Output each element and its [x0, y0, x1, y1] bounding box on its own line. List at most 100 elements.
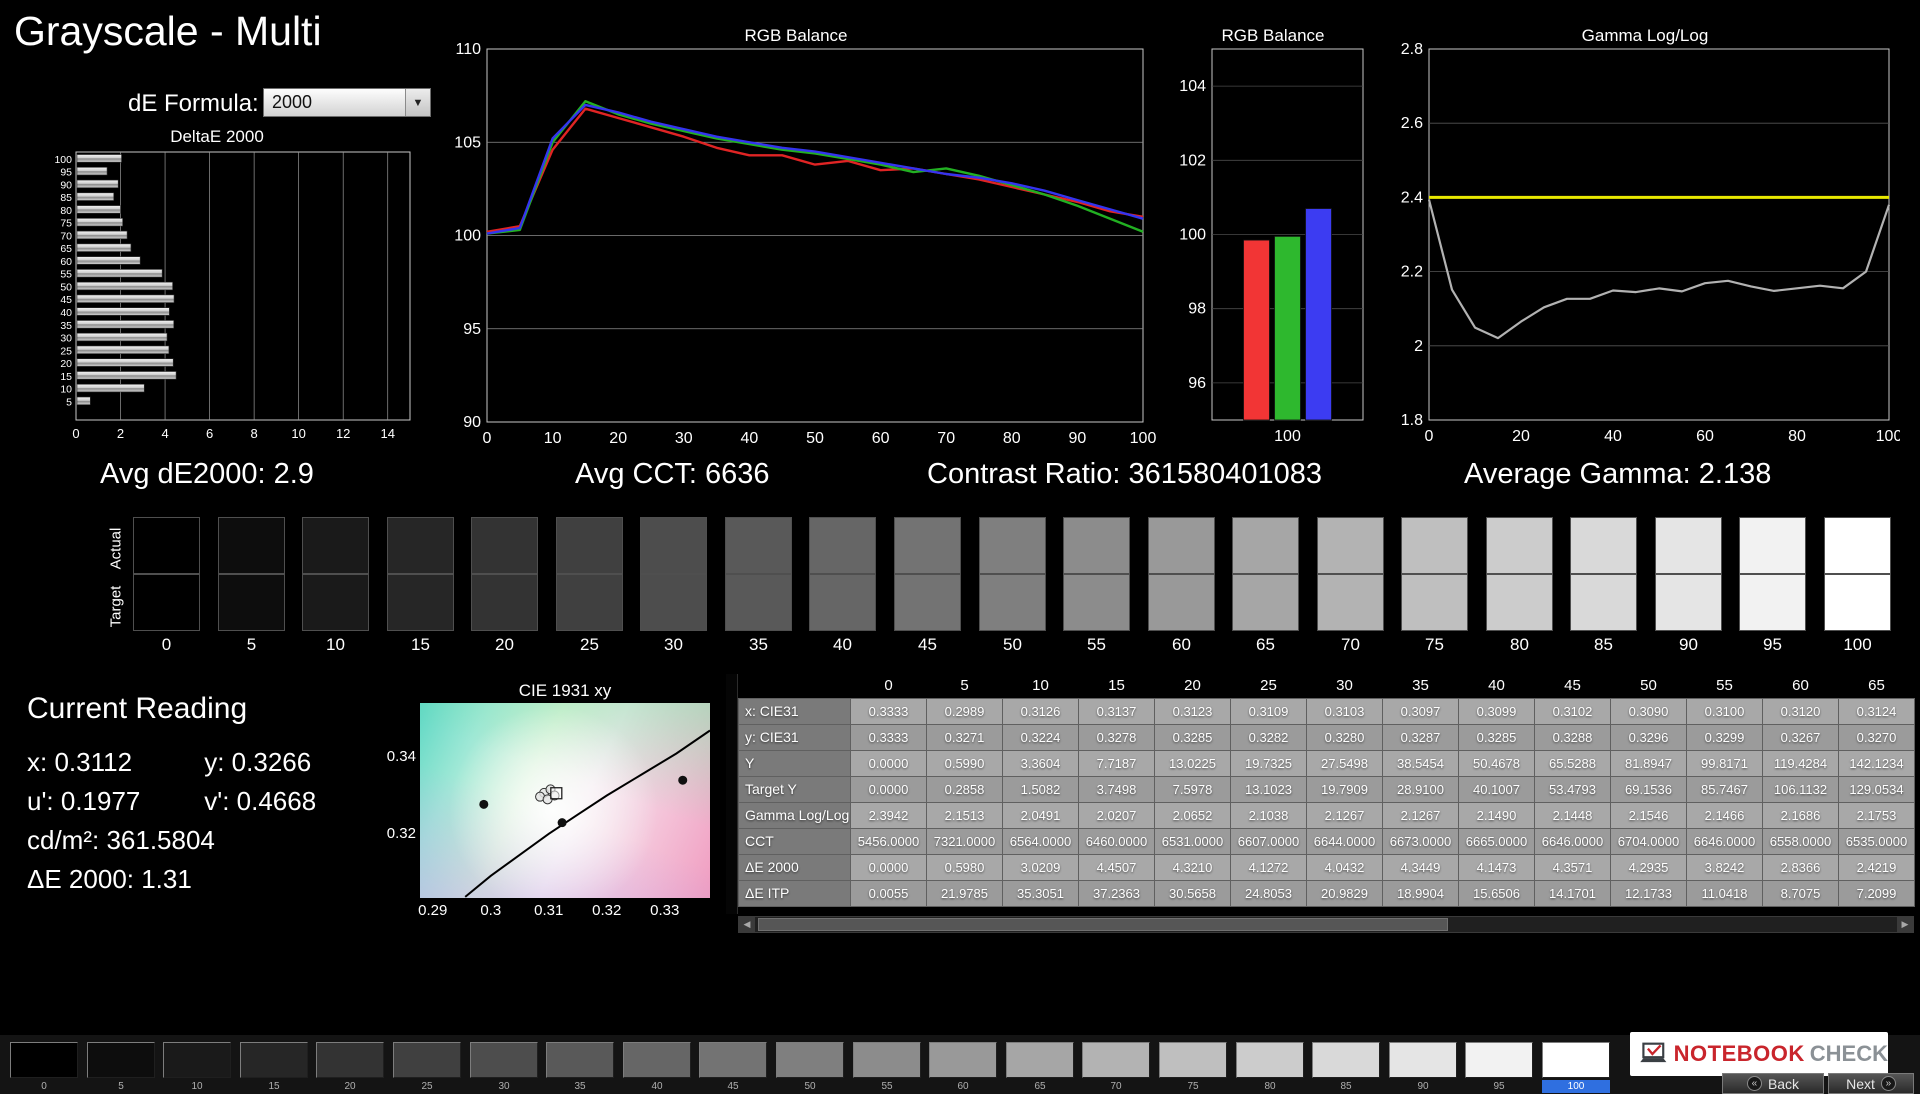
pattern-cell[interactable]: 15	[240, 1042, 308, 1092]
pattern-cell[interactable]: 30	[470, 1042, 538, 1092]
pattern-swatch[interactable]	[240, 1042, 308, 1078]
current-reading-xy: x: 0.3112 y: 0.3266	[27, 747, 311, 778]
scroll-right-arrow[interactable]: ▶	[1897, 917, 1913, 932]
pattern-cell[interactable]: 80	[1236, 1042, 1304, 1092]
pattern-cell[interactable]: 50	[776, 1042, 844, 1092]
pattern-cell[interactable]: 5	[87, 1042, 155, 1092]
table-horizontal-scrollbar[interactable]: ◀ ▶	[738, 916, 1914, 933]
target-swatch	[471, 574, 538, 631]
table-cell: 6673.0000	[1383, 828, 1459, 854]
pattern-cell[interactable]: 45	[699, 1042, 767, 1092]
pattern-cell[interactable]: 35	[546, 1042, 614, 1092]
table-cell: 0.3109	[1231, 698, 1307, 724]
swatch-level-label: 45	[894, 635, 961, 655]
pattern-swatch[interactable]	[776, 1042, 844, 1078]
table-cell: 0.3285	[1459, 724, 1535, 750]
table-cell: 35.3051	[1003, 880, 1079, 906]
swatch-level-label: 5	[218, 635, 285, 655]
table-cell: 6704.0000	[1611, 828, 1687, 854]
table-row-label: Y	[739, 750, 851, 776]
de-formula-select[interactable]: 2000 ▼	[263, 88, 431, 117]
pattern-level-label: 70	[1082, 1080, 1150, 1093]
chevron-down-icon[interactable]: ▼	[405, 89, 430, 116]
table-col-header: 60	[1763, 674, 1839, 698]
pattern-cell[interactable]: 95	[1465, 1042, 1533, 1092]
table-cell: 6646.0000	[1687, 828, 1763, 854]
pattern-swatch[interactable]	[163, 1042, 231, 1078]
pattern-swatch[interactable]	[1542, 1042, 1610, 1078]
reference-point	[678, 776, 687, 785]
table-row-label: ΔE 2000	[739, 854, 851, 880]
pattern-cell[interactable]: 55	[853, 1042, 921, 1092]
table-cell: 7321.0000	[927, 828, 1003, 854]
table-cell: 2.0207	[1079, 802, 1155, 828]
actual-swatch	[556, 517, 623, 574]
pattern-cell[interactable]: 25	[393, 1042, 461, 1092]
pattern-swatch[interactable]	[393, 1042, 461, 1078]
grayscale-cell: 65	[1232, 517, 1299, 662]
avg-cct-stat: Avg CCT: 6636	[575, 458, 770, 491]
pattern-level-label: 5	[87, 1080, 155, 1093]
pattern-swatch[interactable]	[1465, 1042, 1533, 1078]
pattern-cell[interactable]: 100	[1542, 1042, 1610, 1092]
scrollbar-thumb[interactable]	[758, 918, 1448, 931]
pattern-swatch[interactable]	[1389, 1042, 1457, 1078]
cie-x-tick-label: 0.32	[582, 902, 632, 919]
pattern-swatch[interactable]	[1236, 1042, 1304, 1078]
table-cell: 65.5288	[1535, 750, 1611, 776]
table-col-header: 35	[1383, 674, 1459, 698]
pattern-swatch[interactable]	[316, 1042, 384, 1078]
next-button[interactable]: Next »	[1828, 1073, 1914, 1094]
pattern-level-label: 20	[316, 1080, 384, 1093]
swatch-level-label: 55	[1063, 635, 1130, 655]
table-cell: 2.1267	[1307, 802, 1383, 828]
pattern-cell[interactable]: 90	[1389, 1042, 1457, 1092]
table-col-header: 15	[1079, 674, 1155, 698]
table-vertical-scrollbar[interactable]	[726, 674, 738, 914]
table-row: x: CIE310.33330.29890.31260.31370.31230.…	[739, 698, 1915, 724]
pattern-cell[interactable]: 10	[163, 1042, 231, 1092]
pattern-swatch[interactable]	[1159, 1042, 1227, 1078]
table-cell: 2.1513	[927, 802, 1003, 828]
table-cell: 4.1272	[1231, 854, 1307, 880]
pattern-swatch[interactable]	[699, 1042, 767, 1078]
pattern-cell[interactable]: 70	[1082, 1042, 1150, 1092]
grayscale-cell: 75	[1401, 517, 1468, 662]
pattern-cell[interactable]: 85	[1312, 1042, 1380, 1092]
pattern-level-label: 0	[10, 1080, 78, 1093]
pattern-swatch[interactable]	[623, 1042, 691, 1078]
swatch-level-label: 20	[471, 635, 538, 655]
pattern-cell[interactable]: 60	[929, 1042, 997, 1092]
pattern-cell[interactable]: 40	[623, 1042, 691, 1092]
table-row: Gamma Log/Log2.39422.15132.04912.02072.0…	[739, 802, 1915, 828]
pattern-swatch[interactable]	[1006, 1042, 1074, 1078]
table-cell: 19.7325	[1231, 750, 1307, 776]
pattern-swatch[interactable]	[929, 1042, 997, 1078]
svg-text:70: 70	[937, 430, 955, 447]
pattern-cell[interactable]: 0	[10, 1042, 78, 1092]
pattern-swatch[interactable]	[1312, 1042, 1380, 1078]
pattern-cell[interactable]: 20	[316, 1042, 384, 1092]
pattern-swatch[interactable]	[87, 1042, 155, 1078]
table-col-header: 20	[1155, 674, 1231, 698]
green-bar	[1275, 236, 1301, 420]
table-cell: 2.1466	[1687, 802, 1763, 828]
pattern-swatch[interactable]	[470, 1042, 538, 1078]
pattern-swatch[interactable]	[1082, 1042, 1150, 1078]
actual-swatch	[1824, 517, 1891, 574]
actual-swatch	[1655, 517, 1722, 574]
table-cell: 3.3604	[1003, 750, 1079, 776]
pattern-cell[interactable]: 75	[1159, 1042, 1227, 1092]
pattern-selector-strip[interactable]: 05 1015 20 253035404550556065 70 758085909510…	[0, 1035, 1620, 1094]
scroll-left-arrow[interactable]: ◀	[739, 917, 755, 932]
contrast-ratio-stat: Contrast Ratio: 361580401083	[927, 458, 1322, 491]
pattern-cell[interactable]: 65	[1006, 1042, 1074, 1092]
table-cell: 14.1701	[1535, 880, 1611, 906]
de-formula-label: dE Formula:	[128, 90, 259, 118]
svg-text:45: 45	[60, 294, 72, 306]
pattern-swatch[interactable]	[546, 1042, 614, 1078]
back-button[interactable]: « Back	[1722, 1073, 1824, 1094]
target-swatch	[1232, 574, 1299, 631]
pattern-swatch[interactable]	[853, 1042, 921, 1078]
pattern-swatch[interactable]	[10, 1042, 78, 1078]
